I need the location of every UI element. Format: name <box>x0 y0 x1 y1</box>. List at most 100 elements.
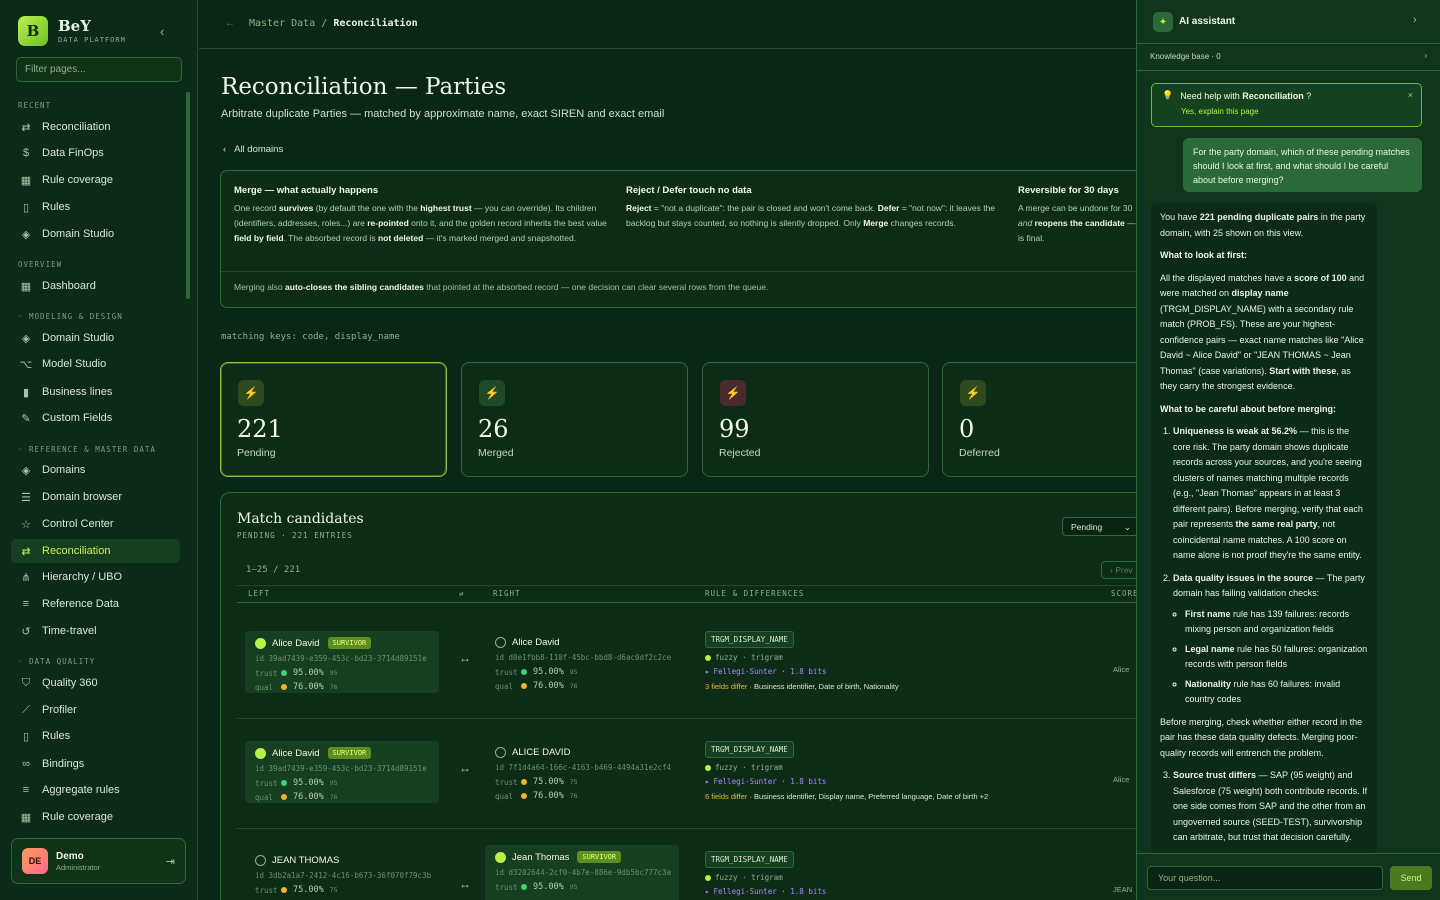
brand[interactable]: B BeY DATA PLATFORM <box>18 16 126 46</box>
radio-icon[interactable] <box>495 747 506 758</box>
nav-domains[interactable]: ◈ Domains <box>11 458 180 482</box>
radio-icon[interactable] <box>495 637 506 648</box>
radio-selected-icon[interactable] <box>255 637 266 649</box>
field-differences: 3 fields differ · Business identifier, D… <box>705 682 899 691</box>
right-record[interactable]: ALICE DAVID id 7f1d4a64-166c-4163-b469-4… <box>485 741 679 803</box>
chevron-right-icon[interactable]: › <box>1413 14 1417 26</box>
merge-title: Merge — what actually happens <box>234 185 379 196</box>
prev-page-button[interactable]: ‹ Prev <box>1101 561 1136 579</box>
nav-control-center[interactable]: ☆ Control Center <box>11 512 180 536</box>
stat-merged[interactable]: ⚡ 26 Merged <box>461 362 688 477</box>
activity-icon: ⚡ <box>960 380 986 406</box>
nav-reference-data[interactable]: ≡ Reference Data <box>11 592 180 616</box>
activity-icon: ⚡ <box>720 380 746 406</box>
nav-business-lines[interactable]: ▮ Business lines <box>11 380 180 404</box>
trust-value: 95.00% <box>293 668 324 678</box>
nav-label: Business lines <box>42 386 113 398</box>
nav-aggregate-rules[interactable]: ≡ Aggregate rules <box>11 778 180 802</box>
sidebar-scrollbar[interactable] <box>186 92 190 299</box>
reversible-title: Reversible for 30 days <box>1018 185 1119 196</box>
left-record[interactable]: JEAN THOMAS id 3db2a1a7-2412-4c16-b673-3… <box>245 849 439 900</box>
explain-page-link[interactable]: Yes, explain this page <box>1181 107 1411 116</box>
table-row[interactable]: Alice David SURVIVOR id 39ad7439-e359-453… <box>237 609 1136 719</box>
stat-label: Merged <box>478 447 514 459</box>
nav-dashboard[interactable]: ▦ Dashboard <box>11 274 180 298</box>
trust-value: 95.00% <box>293 778 324 788</box>
ai-header: ✦ AI assistant › <box>1137 0 1440 44</box>
table-row[interactable]: JEAN THOMAS id 3db2a1a7-2412-4c16-b673-3… <box>237 829 1136 900</box>
nav-recent-data-finops[interactable]: $ Data FinOps <box>11 141 180 165</box>
breadcrumb-parent[interactable]: Master Data <box>249 18 315 29</box>
breadcrumb-sep: / <box>321 18 328 29</box>
rule-chip: TRGM_DISPLAY_NAME <box>705 741 794 758</box>
nav-model-studio[interactable]: ⌥ Model Studio <box>11 352 180 376</box>
nav-time-travel[interactable]: ↺ Time-travel <box>11 619 180 643</box>
pencil-icon: ✎ <box>21 412 31 425</box>
user-message: For the party domain, which of these pen… <box>1183 138 1422 192</box>
nav-label: Reconciliation <box>42 121 111 133</box>
logout-icon[interactable]: ⇥ <box>166 855 175 868</box>
left-record[interactable]: Alice David SURVIVOR id 39ad7439-e359-453… <box>245 631 439 693</box>
nav-label: Profiler <box>42 704 77 716</box>
nav-domain-browser[interactable]: ☰ Domain browser <box>11 485 180 509</box>
swap-icon[interactable]: ↔ <box>459 651 471 665</box>
stat-deferred[interactable]: ⚡ 0 Deferred <box>942 362 1136 477</box>
rule-differences: TRGM_DISPLAY_NAME fuzzy · trigram ▸ Fell… <box>705 629 899 691</box>
stat-value: 99 <box>719 415 750 443</box>
left-record[interactable]: Alice David SURVIVOR id 39ad7439-e359-453… <box>245 741 439 803</box>
record-name: Alice David <box>512 637 560 648</box>
right-record[interactable]: Jean Thomas SURVIVOR id d3202644-2cf0-4b7… <box>485 845 679 900</box>
nav-label: Rules <box>42 730 71 742</box>
radio-selected-icon[interactable] <box>255 747 266 759</box>
status-filter-select[interactable]: Pending ⌄ <box>1062 517 1136 536</box>
stat-rejected[interactable]: ⚡ 99 Rejected <box>702 362 929 477</box>
collapse-sidebar-icon[interactable]: ‹ <box>160 24 164 39</box>
nav-label: Domain Studio <box>42 228 115 240</box>
stat-value: 0 <box>959 415 975 443</box>
filter-pages-input[interactable]: Filter pages... <box>16 57 182 82</box>
link-icon: ∞ <box>22 758 30 770</box>
nav-rule-coverage[interactable]: ▦ Rule coverage <box>11 805 180 829</box>
radio-icon[interactable] <box>255 855 266 866</box>
trust-value: 95.00% <box>533 882 564 892</box>
nav-custom-fields[interactable]: ✎ Custom Fields <box>11 406 180 430</box>
nav-recent-domain-studio[interactable]: ◈ Domain Studio <box>11 222 180 246</box>
swap-icon[interactable]: ↔ <box>459 761 471 775</box>
nav-recent-rules[interactable]: ▯ Rules <box>11 195 180 219</box>
knowledge-base-toggle[interactable]: Knowledge base · 0 › <box>1137 44 1440 71</box>
rule-differences: TRGM_DISPLAY_NAME fuzzy · trigram ▸ Fell… <box>705 849 826 896</box>
col-right: RIGHT <box>493 589 521 598</box>
nav-hierarchy-ubo[interactable]: ⋔ Hierarchy / UBO <box>11 565 180 589</box>
swap-column-icon: ⇄ <box>459 589 465 598</box>
nav-rules[interactable]: ▯ Rules <box>11 724 180 748</box>
nav-quality-360[interactable]: ⛉ Quality 360 <box>11 671 180 695</box>
nav-bindings[interactable]: ∞ Bindings <box>11 752 180 776</box>
stat-label: Deferred <box>959 447 1000 459</box>
question-input[interactable]: Your question... <box>1147 866 1383 890</box>
all-domains-link[interactable]: ‹ All domains <box>223 144 283 155</box>
right-record[interactable]: Alice David id d0e1fbb8-110f-45bc-bbd8-d… <box>485 631 679 693</box>
send-button[interactable]: Send <box>1390 866 1432 890</box>
clipboard-icon: ▯ <box>22 730 30 743</box>
swap-icon[interactable]: ↔ <box>459 877 471 891</box>
nav-profiler[interactable]: ⟋ Profiler <box>11 698 180 722</box>
stat-pending[interactable]: ⚡ 221 Pending <box>220 362 447 477</box>
stat-value: 221 <box>237 415 283 443</box>
match-candidates-panel: Match candidates PENDING · 221 ENTRIES P… <box>220 492 1136 900</box>
nav-label: Custom Fields <box>42 412 113 424</box>
record-id: id 7f1d4a64-166c-4163-b469-4494a31e2cf4 <box>495 763 672 772</box>
nav-recent-reconciliation[interactable]: ⇄ Reconciliation <box>11 115 180 139</box>
radio-selected-icon[interactable] <box>495 851 506 863</box>
stat-label: Pending <box>237 447 276 459</box>
table-row[interactable]: Alice David SURVIVOR id 39ad7439-e359-453… <box>237 719 1136 829</box>
merge-text: One record survives (by default the one … <box>234 203 607 243</box>
nav-domain-studio[interactable]: ◈ Domain Studio <box>11 326 180 350</box>
quality-value: 76.00% <box>533 681 564 691</box>
user-card[interactable]: DE Demo Administrator ⇥ <box>11 838 186 884</box>
back-arrow-icon[interactable]: ← <box>225 18 235 29</box>
nav-recent-rule-coverage[interactable]: ▦ Rule coverage <box>11 168 180 192</box>
nav-label: Model Studio <box>42 358 107 370</box>
close-icon[interactable]: × <box>1408 90 1413 100</box>
record-name: Alice David <box>272 747 320 759</box>
nav-reconciliation[interactable]: ⇄ Reconciliation <box>11 539 180 563</box>
